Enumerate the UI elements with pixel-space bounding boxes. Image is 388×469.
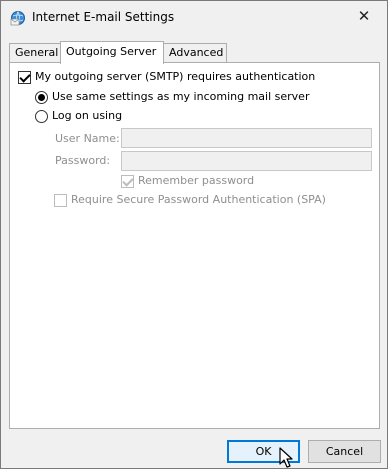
title-bar[interactable]: Internet E-mail Settings ✕: [1, 1, 387, 35]
internet-email-icon: [10, 11, 25, 26]
user-name-label: User Name:: [55, 132, 120, 145]
log-on-using-label[interactable]: Log on using: [52, 109, 122, 122]
close-icon: ✕: [357, 7, 371, 25]
mouse-pointer-icon: [279, 447, 293, 468]
requires-auth-label[interactable]: My outgoing server (SMTP) requires authe…: [35, 70, 315, 83]
outgoing-server-panel: My outgoing server (SMTP) requires authe…: [9, 62, 380, 429]
spa-checkbox[interactable]: [54, 194, 67, 207]
dialog-window: Internet E-mail Settings ✕ General Outgo…: [0, 0, 388, 469]
spa-label[interactable]: Require Secure Password Authentication (…: [71, 193, 326, 206]
requires-auth-checkbox[interactable]: [18, 71, 31, 84]
use-same-settings-label[interactable]: Use same settings as my incoming mail se…: [52, 90, 309, 103]
remember-password-label[interactable]: Remember password: [138, 174, 254, 187]
user-name-field[interactable]: [121, 128, 372, 148]
close-button[interactable]: ✕: [341, 1, 387, 31]
tab-general[interactable]: General: [9, 43, 61, 63]
window-title: Internet E-mail Settings: [32, 10, 175, 24]
remember-password-checkbox[interactable]: [121, 175, 134, 188]
cancel-button[interactable]: Cancel: [308, 440, 381, 463]
log-on-using-radio[interactable]: [35, 110, 48, 123]
use-same-settings-radio[interactable]: [35, 91, 48, 104]
password-label: Password:: [55, 154, 111, 167]
password-field[interactable]: [121, 151, 372, 171]
tab-outgoing-server[interactable]: Outgoing Server: [60, 41, 164, 64]
tab-advanced[interactable]: Advanced: [163, 43, 227, 63]
